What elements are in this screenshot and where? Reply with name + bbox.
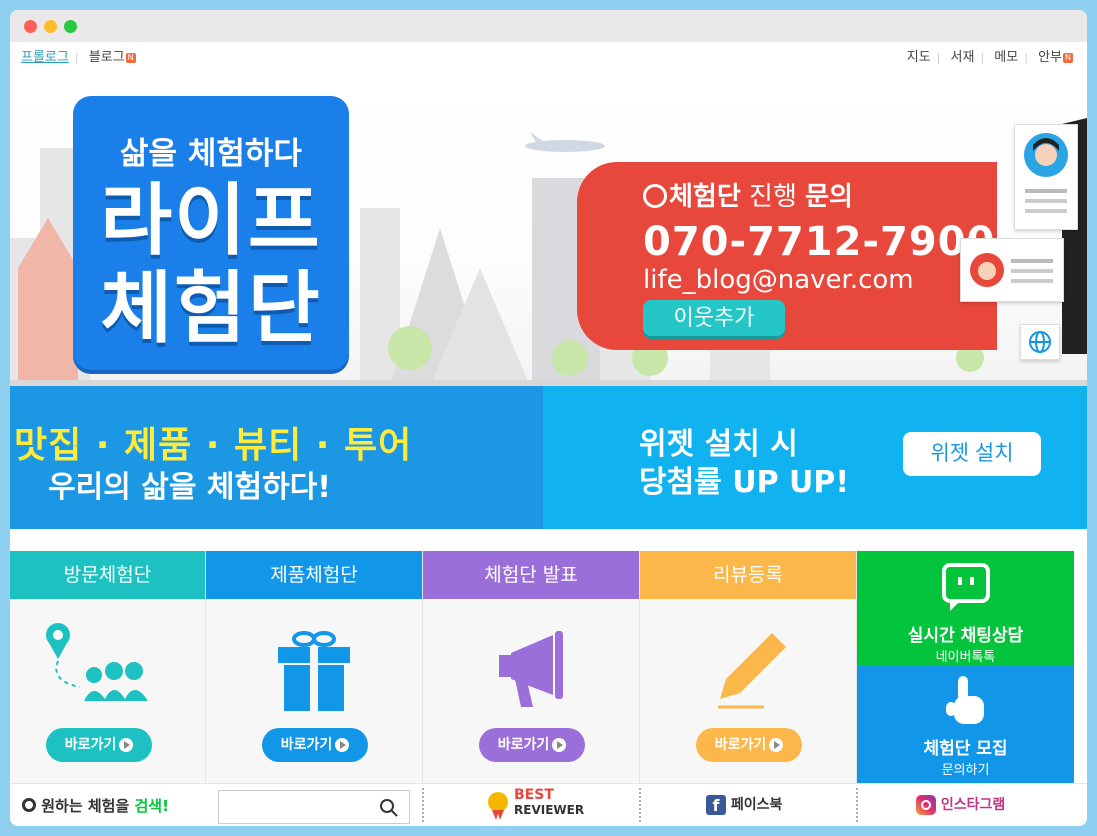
menu-review-title: 리뷰등록 [640, 551, 856, 599]
play-icon [552, 738, 567, 752]
divider [639, 788, 641, 822]
top-nav: 프롤로그 | 블로그 N 지도 | 서재 | 메모 | 안부 N [10, 46, 1087, 68]
nav-map[interactable]: 지도 [907, 50, 931, 65]
install-widget-button[interactable]: 위젯 설치 [903, 432, 1041, 476]
new-badge: N [125, 52, 136, 63]
hero-banner: 삶을 체험하다 라이프 체험단 체험단 진행 문의 070-7712-7900 … [10, 68, 1087, 386]
menu-announce[interactable]: 체험단 발표 바로가기 [423, 551, 640, 783]
group-location-icon [46, 623, 148, 701]
facebook-icon: f [706, 795, 726, 815]
promo-left: 맛집 · 제품 · 뷰티 · 투어 우리의 삶을 체험하다! [10, 386, 543, 529]
magnifier-icon[interactable] [379, 798, 399, 818]
life-logo: 삶을 체험하다 라이프 체험단 [73, 96, 349, 370]
instagram-link[interactable]: 인스타그램 [916, 794, 1005, 815]
avatar-icon [1024, 133, 1068, 213]
nav-blog[interactable]: 블로그 [89, 50, 125, 65]
menu-product[interactable]: 제품체험단 바로가기 [206, 551, 423, 783]
menu-review[interactable]: 리뷰등록 바로가기 [640, 551, 857, 783]
promo-right: 위젯 설치 시 당첨률 UP UP! 위젯 설치 [543, 386, 1087, 529]
maximize-window-button[interactable] [64, 20, 77, 33]
menu-review-go-button[interactable]: 바로가기 [696, 728, 802, 762]
instagram-icon [916, 795, 936, 815]
reviewer-label: REVIEWER [514, 803, 585, 817]
promo-widget-text: 위젯 설치 시 당첨률 UP UP! [639, 427, 850, 500]
avatar-icon [970, 253, 1053, 287]
promo-categories: 맛집 · 제품 · 뷰티 · 투어 [14, 425, 413, 466]
close-window-button[interactable] [24, 20, 37, 33]
contact-title: 체험단 진행 문의 [643, 176, 997, 213]
logo-line1: 라이프 [100, 176, 322, 266]
hand-pointer-icon [945, 676, 984, 724]
recruit-title: 체험단 모집 [923, 739, 1008, 759]
gift-icon [278, 631, 350, 711]
contact-phone: 070-7712-7900 [643, 219, 996, 265]
menu-grid: 방문체험단 바로가기 제품체험단 바로가기 체험단 발표 바로가기 리뷰등록 바… [10, 551, 1087, 783]
profile-card [1014, 124, 1078, 230]
divider [422, 788, 424, 822]
menu-product-go-button[interactable]: 바로가기 [262, 728, 368, 762]
medal-icon [488, 792, 508, 820]
menu-visit[interactable]: 방문체험단 바로가기 [10, 551, 206, 783]
best-label: BEST [514, 787, 554, 803]
recruit-inquiry-button[interactable]: 체험단 모집 문의하기 [857, 666, 1074, 783]
menu-announce-go-button[interactable]: 바로가기 [479, 728, 585, 762]
add-neighbor-button[interactable]: 이웃추가 [643, 300, 785, 336]
contact-email: life_blog@naver.com [643, 265, 914, 295]
airplane-icon [525, 132, 605, 152]
search-icon [22, 798, 36, 812]
talk-bubble-icon [941, 563, 990, 611]
search-person-icon [643, 184, 667, 208]
nav-guestbook[interactable]: 안부 [1038, 50, 1062, 65]
nav-prologue[interactable]: 프롤로그 [21, 50, 69, 65]
search-input[interactable] [218, 790, 410, 824]
menu-product-title: 제품체험단 [206, 551, 422, 599]
contact-box: 체험단 진행 문의 070-7712-7900 life_blog@naver.… [577, 162, 997, 350]
divider [856, 788, 858, 822]
logo-subtitle: 삶을 체험하다 [120, 136, 302, 172]
search-label: 원하는 체험을 검색! [22, 795, 169, 816]
title-bar [10, 10, 1087, 42]
promo-banner: 맛집 · 제품 · 뷰티 · 투어 우리의 삶을 체험하다! 위젯 설치 시 당… [10, 386, 1087, 529]
profile-card-small [960, 238, 1064, 302]
nav-library[interactable]: 서재 [951, 50, 975, 65]
menu-announce-title: 체험단 발표 [423, 551, 639, 599]
globe-icon [1029, 331, 1051, 353]
globe-card[interactable] [1020, 324, 1060, 360]
menu-visit-go-button[interactable]: 바로가기 [46, 728, 152, 762]
play-icon [769, 738, 784, 752]
logo-line2: 체험단 [100, 264, 322, 354]
minimize-window-button[interactable] [44, 20, 57, 33]
chat-subtitle: 네이버톡톡 [935, 650, 996, 665]
facebook-link[interactable]: f 페이스북 [706, 794, 782, 815]
chat-consult-button[interactable]: 실시간 채팅상담 네이버톡톡 [857, 551, 1074, 666]
browser-window: 프롤로그 | 블로그 N 지도 | 서재 | 메모 | 안부 N 삶을 체험하다… [10, 10, 1087, 826]
chat-title: 실시간 채팅상담 [907, 626, 1024, 646]
promo-tagline: 우리의 삶을 체험하다! [48, 470, 331, 505]
new-badge: N [1063, 52, 1073, 63]
play-icon [119, 738, 134, 752]
footer-bar: 원하는 체험을 검색! BEST REVIEWER f 페이스북 인스타그램 [10, 783, 1087, 826]
pencil-icon [718, 633, 786, 709]
megaphone-icon [499, 631, 563, 707]
recruit-subtitle: 문의하기 [941, 763, 990, 778]
nav-memo[interactable]: 메모 [994, 50, 1018, 65]
menu-visit-title: 방문체험단 [10, 551, 205, 599]
play-icon [335, 738, 350, 752]
